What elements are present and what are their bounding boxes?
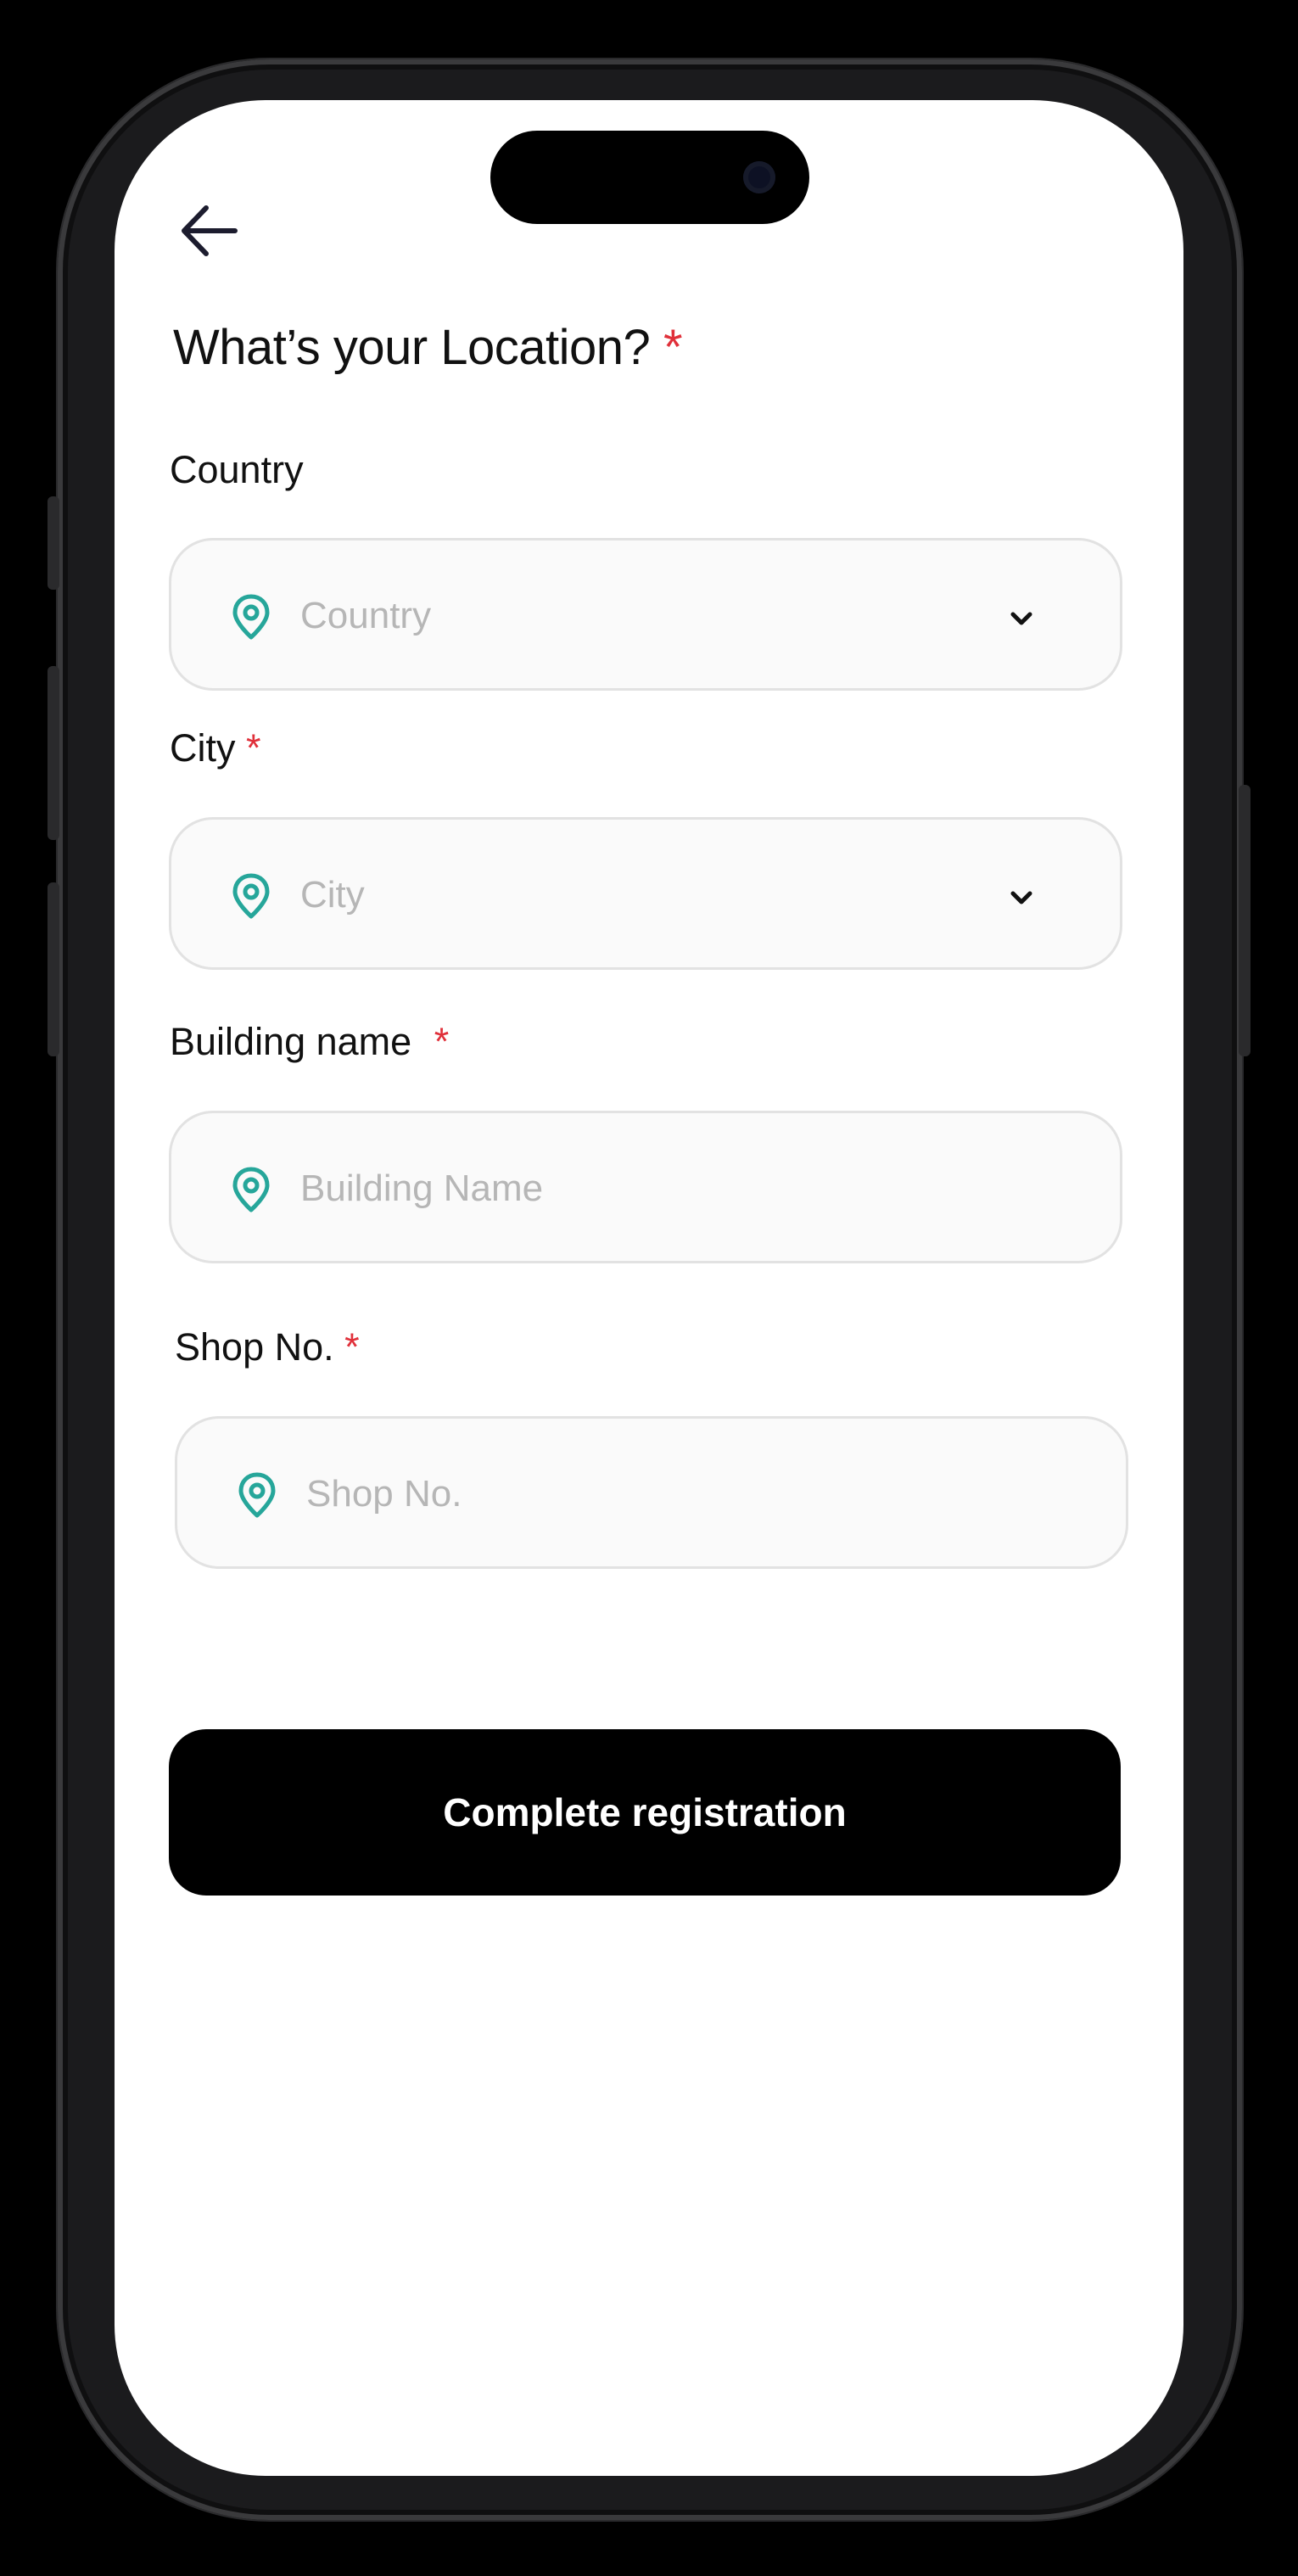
location-pin-icon <box>232 873 270 919</box>
required-asterisk: * <box>246 726 261 770</box>
location-pin-icon <box>232 594 270 640</box>
city-label: City * <box>170 726 261 770</box>
required-asterisk: * <box>344 1325 360 1369</box>
building-name-placeholder: Building Name <box>300 1168 544 1209</box>
volume-down-button <box>48 882 59 1056</box>
country-label: Country <box>170 448 304 492</box>
city-select[interactable]: City <box>169 817 1122 970</box>
complete-registration-button[interactable]: Complete registration <box>169 1729 1121 1896</box>
power-button <box>1239 785 1250 1056</box>
volume-up-button <box>48 666 59 840</box>
country-label-text: Country <box>170 448 304 491</box>
shop-no-input[interactable]: Shop No. <box>175 1416 1128 1569</box>
shop-no-placeholder: Shop No. <box>306 1473 462 1515</box>
required-asterisk: * <box>434 1020 450 1063</box>
shop-no-label: Shop No. * <box>175 1325 360 1369</box>
city-placeholder: City <box>300 874 365 916</box>
dynamic-island <box>490 131 809 224</box>
building-name-input[interactable]: Building Name <box>169 1111 1122 1263</box>
country-select[interactable]: Country <box>169 538 1122 691</box>
building-name-label: Building name * <box>170 1020 449 1064</box>
camera-lens <box>743 161 775 193</box>
app-screen: What’s your Location? * Country Country … <box>115 100 1183 2476</box>
country-placeholder: Country <box>300 595 432 636</box>
location-pin-icon <box>232 1167 270 1212</box>
city-label-text: City <box>170 726 236 770</box>
page-title: What’s your Location? * <box>173 319 683 376</box>
shop-no-label-text: Shop No. <box>175 1325 334 1369</box>
back-button[interactable] <box>176 198 242 264</box>
location-pin-icon <box>238 1472 276 1518</box>
chevron-down-icon <box>1010 612 1032 625</box>
page-title-text: What’s your Location? <box>173 320 651 375</box>
required-asterisk: * <box>663 320 683 375</box>
arrow-left-icon <box>182 205 238 256</box>
silent-switch <box>48 496 59 590</box>
complete-registration-label: Complete registration <box>443 1790 847 1834</box>
chevron-down-icon <box>1010 891 1032 904</box>
building-name-label-text: Building name <box>170 1020 412 1063</box>
